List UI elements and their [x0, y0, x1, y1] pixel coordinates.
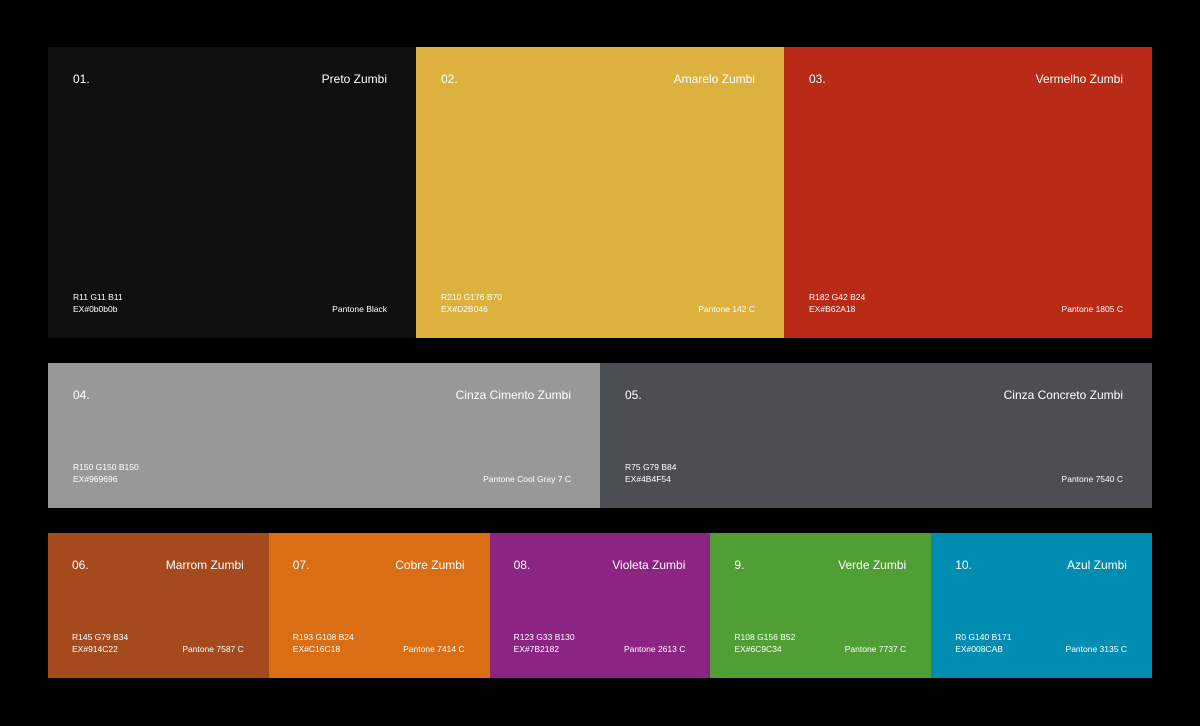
hex-value: EX#4B4F54 — [625, 474, 671, 484]
swatch-name: Azul Zumbi — [1066, 558, 1127, 572]
hex-value: EX#7B2182 — [513, 644, 559, 654]
swatch-number: 06. — [72, 558, 89, 572]
swatch-name: Marrom Zumbi — [165, 558, 244, 572]
swatch-number: 02. — [441, 72, 458, 86]
swatch-cinza-cimento-zumbi: 04. Cinza Cimento Zumbi R150 G150 B150 E… — [48, 363, 600, 508]
rgb-value: R75 G79 B84 — [625, 462, 677, 472]
swatch-codes: R11 G11 B11 EX#0b0b0b — [73, 291, 123, 315]
swatch-name: Cinza Concreto Zumbi — [1003, 388, 1123, 402]
swatch-name: Violeta Zumbi — [612, 558, 686, 572]
rgb-value: R123 G33 B130 — [513, 632, 575, 642]
pantone-value: Pantone 7737 C — [844, 644, 907, 654]
pantone-value: Pantone 142 C — [698, 304, 755, 314]
hex-value: EX#008CAB — [955, 644, 1003, 654]
pantone-value: Pantone 7414 C — [403, 644, 465, 654]
swatch-verde-zumbi: 9. Verde Zumbi R108 G156 B52 EX#6C9C34 P… — [710, 533, 932, 678]
swatch-number: 10. — [955, 558, 972, 572]
swatch-violeta-zumbi: 08. Violeta Zumbi R123 G33 B130 EX#7B218… — [489, 533, 711, 678]
swatch-codes: R210 G176 B70 EX#D2B046 — [441, 291, 502, 315]
rgb-value: R145 G79 B34 — [72, 632, 129, 642]
rgb-value: R0 G140 B171 — [955, 632, 1012, 642]
swatch-preto-zumbi: 01. Preto Zumbi R11 G11 B11 EX#0b0b0b Pa… — [48, 47, 416, 338]
swatch-marrom-zumbi: 06. Marrom Zumbi R145 G79 B34 EX#914C22 … — [48, 533, 269, 678]
swatch-number: 03. — [809, 72, 826, 86]
swatch-amarelo-zumbi: 02. Amarelo Zumbi R210 G176 B70 EX#D2B04… — [416, 47, 784, 338]
rgb-value: R108 G156 B52 — [734, 632, 796, 642]
rgb-value: R150 G150 B150 — [73, 462, 139, 472]
swatch-codes: R0 G140 B171 EX#008CAB — [955, 631, 1011, 655]
pantone-value: Pantone Black — [332, 304, 387, 314]
swatch-codes: R123 G33 B130 EX#7B2182 — [514, 631, 575, 655]
swatch-name: Vermelho Zumbi — [1035, 72, 1123, 86]
swatch-codes: R108 G156 B52 EX#6C9C34 — [734, 631, 795, 655]
rgb-value: R11 G11 B11 — [73, 292, 123, 302]
rgb-value: R182 G42 B24 — [809, 292, 866, 302]
rgb-value: R193 G108 B24 — [292, 632, 354, 642]
hex-value: EX#969696 — [73, 474, 118, 484]
swatch-cobre-zumbi: 07. Cobre Zumbi R193 G108 B24 EX#C16C18 … — [268, 533, 490, 678]
pantone-value: Pantone 1805 C — [1061, 304, 1123, 314]
swatch-name: Cobre Zumbi — [395, 558, 465, 572]
swatch-number: 07. — [292, 558, 310, 572]
hex-value: EX#D2B046 — [441, 304, 488, 314]
swatch-number: 04. — [73, 388, 90, 402]
hex-value: EX#914C22 — [72, 644, 118, 654]
swatch-name: Amarelo Zumbi — [673, 72, 755, 86]
swatch-codes: R193 G108 B24 EX#C16C18 — [293, 631, 354, 655]
pantone-value: Pantone 3135 C — [1065, 644, 1127, 654]
swatch-codes: R182 G42 B24 EX#B62A18 — [809, 291, 865, 315]
swatch-codes: R145 G79 B34 EX#914C22 — [72, 631, 128, 655]
swatch-azul-zumbi: 10. Azul Zumbi R0 G140 B171 EX#008CAB Pa… — [931, 533, 1152, 678]
pantone-value: Pantone 7540 C — [1061, 474, 1123, 484]
swatch-number: 01. — [73, 72, 90, 86]
swatch-name: Verde Zumbi — [838, 558, 907, 572]
swatch-name: Cinza Cimento Zumbi — [455, 388, 571, 402]
pantone-value: Pantone Cool Gray 7 C — [483, 474, 571, 484]
swatch-number: 9. — [734, 558, 745, 572]
swatch-cinza-concreto-zumbi: 05. Cinza Concreto Zumbi R75 G79 B84 EX#… — [600, 363, 1152, 508]
hex-value: EX#0b0b0b — [73, 304, 118, 314]
pantone-value: Pantone 2613 C — [623, 644, 686, 654]
swatch-number: 05. — [625, 388, 642, 402]
pantone-value: Pantone 7587 C — [182, 644, 244, 654]
hex-value: EX#6C9C34 — [734, 644, 782, 654]
swatch-name: Preto Zumbi — [321, 72, 387, 86]
palette-row-3: 06. Marrom Zumbi R145 G79 B34 EX#914C22 … — [48, 533, 1152, 678]
hex-value: EX#C16C18 — [292, 644, 341, 654]
swatch-vermelho-zumbi: 03. Vermelho Zumbi R182 G42 B24 EX#B62A1… — [784, 47, 1152, 338]
palette-row-1: 01. Preto Zumbi R11 G11 B11 EX#0b0b0b Pa… — [48, 47, 1152, 338]
swatch-codes: R150 G150 B150 EX#969696 — [73, 461, 139, 485]
swatch-codes: R75 G79 B84 EX#4B4F54 — [625, 461, 677, 485]
palette-row-2: 04. Cinza Cimento Zumbi R150 G150 B150 E… — [48, 363, 1152, 508]
swatch-number: 08. — [513, 558, 531, 572]
hex-value: EX#B62A18 — [809, 304, 856, 314]
rgb-value: R210 G176 B70 — [441, 292, 502, 302]
